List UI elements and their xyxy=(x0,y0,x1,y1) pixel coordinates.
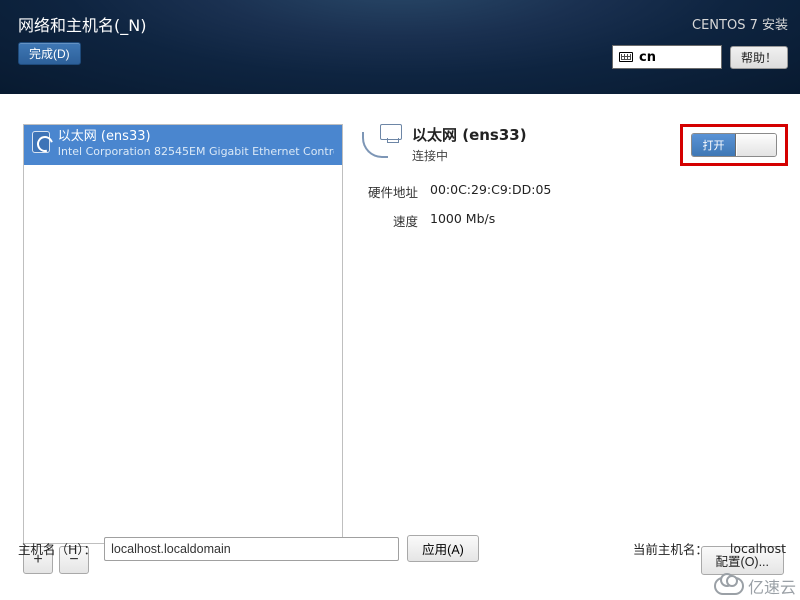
ethernet-icon xyxy=(32,131,50,153)
speed-value: 1000 Mb/s xyxy=(430,211,495,230)
header-bar: 网络和主机名(_N) 完成(D) CENTOS 7 安装 cn 帮助！ xyxy=(0,0,800,94)
hw-addr-label: 硬件地址 xyxy=(362,182,418,201)
toggle-on-label: 打开 xyxy=(692,134,736,156)
interface-list-item[interactable]: 以太网 (ens33) Intel Corporation 82545EM Gi… xyxy=(24,125,342,165)
header-right: CENTOS 7 安装 cn 帮助！ xyxy=(612,14,788,69)
hw-addr-value: 00:0C:29:C9:DD:05 xyxy=(430,182,551,201)
hostname-label: 主机名（H）： xyxy=(18,539,96,558)
keyboard-layout-indicator[interactable]: cn xyxy=(612,45,722,69)
interface-list: 以太网 (ens33) Intel Corporation 82545EM Gi… xyxy=(23,124,343,544)
detail-title: 以太网 (ens33) xyxy=(412,124,527,145)
hostname-row: 主机名（H）： 应用(A) 当前主机名： localhost xyxy=(18,535,786,562)
keyboard-layout-code: cn xyxy=(639,50,656,65)
ethernet-plug-icon xyxy=(362,124,402,164)
interface-description: Intel Corporation 82545EM Gigabit Ethern… xyxy=(58,145,334,159)
interface-texts: 以太网 (ens33) Intel Corporation 82545EM Gi… xyxy=(58,129,334,159)
installer-name: CENTOS 7 安装 xyxy=(612,14,788,33)
hostname-input[interactable] xyxy=(104,537,399,561)
keyboard-icon xyxy=(619,52,633,62)
watermark-text: 亿速云 xyxy=(748,574,796,598)
detail-status: 连接中 xyxy=(412,147,527,164)
detail-fields: 硬件地址 00:0C:29:C9:DD:05 速度 1000 Mb/s xyxy=(362,182,784,230)
interface-list-empty xyxy=(24,165,342,543)
done-button[interactable]: 完成(D) xyxy=(18,42,81,65)
connection-toggle[interactable]: 打开 xyxy=(691,133,777,157)
toggle-knob xyxy=(736,134,776,156)
current-hostname-value: localhost xyxy=(730,541,786,556)
body-area: 以太网 (ens33) Intel Corporation 82545EM Gi… xyxy=(0,94,800,600)
current-hostname-label: 当前主机名： xyxy=(633,539,708,558)
interface-name: 以太网 (ens33) xyxy=(58,129,334,145)
help-button[interactable]: 帮助！ xyxy=(730,46,788,69)
apply-button[interactable]: 应用(A) xyxy=(407,535,479,562)
speed-label: 速度 xyxy=(362,211,418,230)
cloud-icon xyxy=(714,577,744,595)
connection-toggle-highlight: 打开 xyxy=(680,124,788,166)
watermark: 亿速云 xyxy=(714,574,796,598)
